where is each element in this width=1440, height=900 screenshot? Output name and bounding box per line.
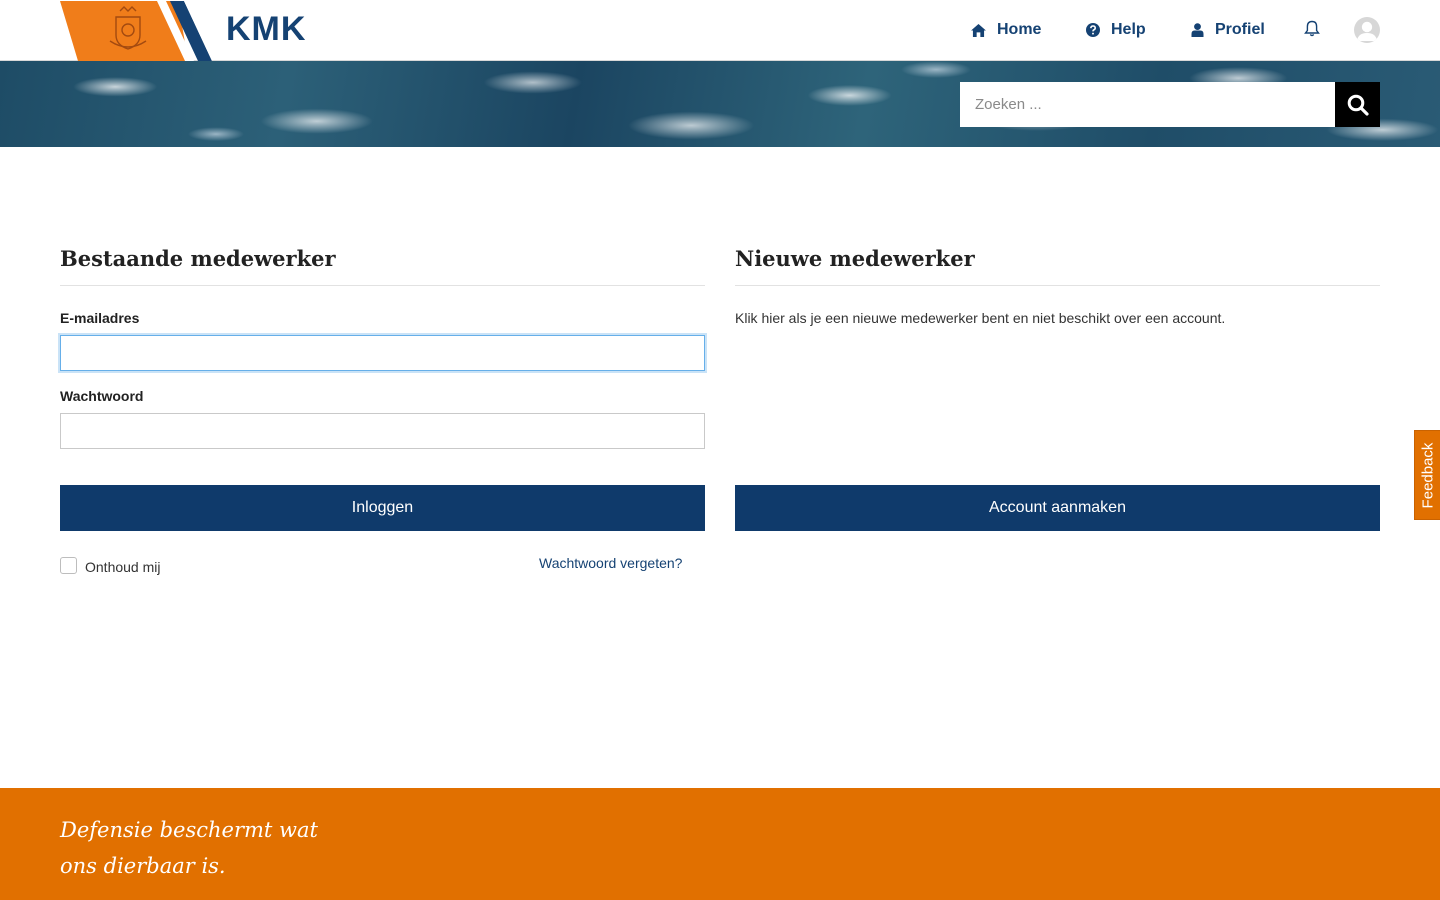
password-field[interactable] <box>60 413 705 449</box>
logo[interactable] <box>60 1 212 61</box>
forgot-password-link[interactable]: Wachtwoord vergeten? <box>539 555 682 571</box>
login-section-title: Bestaande medewerker <box>60 246 336 271</box>
search-icon <box>1347 94 1369 116</box>
email-label: E-mailadres <box>60 310 140 326</box>
nav-home[interactable]: Home <box>971 18 1041 42</box>
logo-emblem-icon <box>60 1 212 61</box>
nav-profile-label: Profiel <box>1215 21 1265 38</box>
footer-tagline-line2: ons dierbaar is. <box>60 854 226 878</box>
remember-me-label[interactable]: Onthoud mij <box>85 559 160 575</box>
create-account-button[interactable]: Account aanmaken <box>735 485 1380 531</box>
register-intro-text: Klik hier als je een nieuwe medewerker b… <box>735 310 1226 326</box>
login-button[interactable]: Inloggen <box>60 485 705 531</box>
avatar[interactable] <box>1354 17 1380 43</box>
login-divider <box>60 285 705 286</box>
feedback-label: Feedback <box>1419 442 1436 508</box>
register-section-title: Nieuwe medewerker <box>735 246 975 271</box>
password-label: Wachtwoord <box>60 388 144 404</box>
question-circle-icon <box>1086 23 1100 37</box>
user-icon <box>1191 23 1204 37</box>
site-header: KMK Home Help Profiel <box>0 0 1440 61</box>
register-divider <box>735 285 1380 286</box>
footer-tagline-line1: Defensie beschermt wat <box>60 818 318 842</box>
site-footer: Defensie beschermt wat ons dierbaar is. <box>0 788 1440 900</box>
home-icon <box>971 23 986 37</box>
avatar-icon <box>1357 21 1377 41</box>
notifications-button[interactable] <box>1304 20 1320 42</box>
footer-tagline: Defensie beschermt wat ons dierbaar is. <box>60 812 360 884</box>
email-field[interactable] <box>60 335 705 371</box>
search-input[interactable] <box>960 82 1335 127</box>
nav-profile[interactable]: Profiel <box>1191 18 1265 42</box>
remember-me-checkbox[interactable] <box>60 557 77 574</box>
nav-help[interactable]: Help <box>1086 18 1146 42</box>
nav-help-label: Help <box>1111 21 1146 38</box>
site-title[interactable]: KMK <box>226 10 306 49</box>
bell-icon <box>1304 20 1320 37</box>
search-button[interactable] <box>1335 82 1380 127</box>
nav-home-label: Home <box>997 21 1042 38</box>
feedback-tab[interactable]: Feedback <box>1414 430 1440 520</box>
